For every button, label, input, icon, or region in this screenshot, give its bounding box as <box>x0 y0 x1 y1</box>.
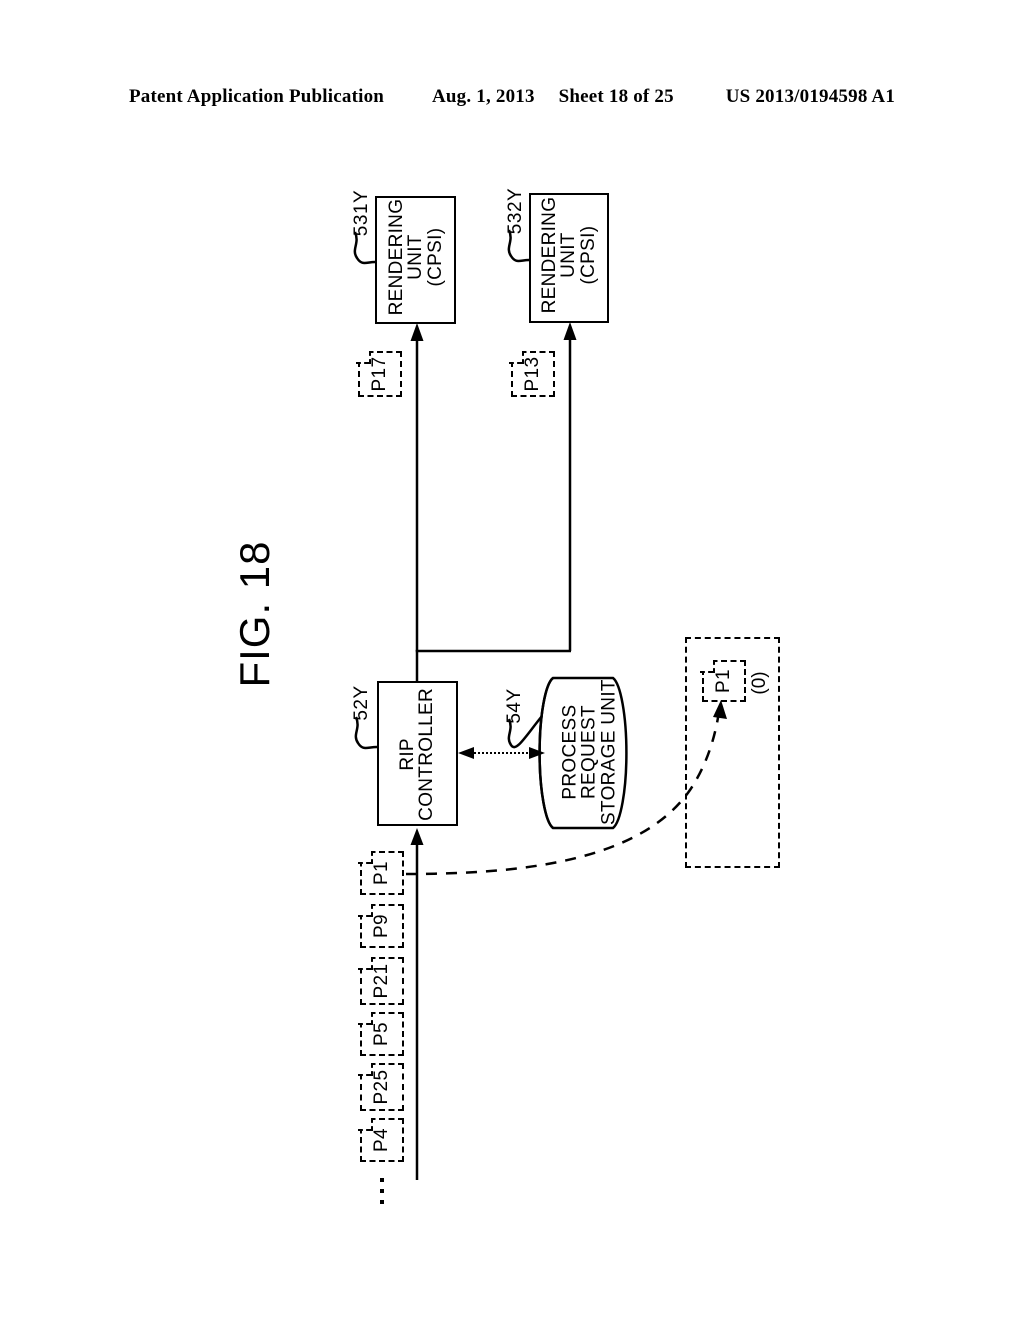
rendering-unit-2-line3: (CPSI) <box>577 225 599 285</box>
job-p17-label: P17 <box>369 356 390 392</box>
stored-job-p1-label: P1 <box>713 668 734 694</box>
storage-unit-label: PROCESS REQUEST STORAGE UNIT <box>559 675 620 830</box>
rip-controller-label: RIP CONTROLLER <box>397 682 438 827</box>
controller-storage-link <box>458 747 545 759</box>
job-p17-icon: P17 <box>355 351 402 397</box>
reference-numeral-52y: 52Y <box>351 685 372 721</box>
queue-continuation-ellipsis <box>380 1178 384 1204</box>
queue-item-2-icon: P21 <box>357 957 404 1005</box>
publication-date: Aug. 1, 2013 <box>431 86 535 107</box>
job-p13-label: P13 <box>522 356 543 392</box>
queue-item-5-label: P4 <box>371 1127 392 1153</box>
sheet-number: Sheet 18 of 25 <box>558 86 674 107</box>
queue-item-1-label: P9 <box>371 913 392 939</box>
storage-unit-line2: REQUEST <box>578 705 600 800</box>
storage-unit-line1: PROCESS <box>559 704 581 800</box>
rip-controller-line2: CONTROLLER <box>416 687 438 821</box>
reference-numeral-54y: 54Y <box>504 688 525 724</box>
input-feed-line <box>410 828 424 1180</box>
queue-item-1-icon: P9 <box>357 904 404 948</box>
patent-number: US 2013/0194598 A1 <box>725 86 896 107</box>
stored-job-p1-icon: P1 <box>699 660 746 702</box>
queue-item-2-label: P21 <box>371 963 392 999</box>
queue-item-5-icon: P4 <box>357 1118 404 1162</box>
rendering-unit-2-label: RENDERING UNIT (CPSI) <box>538 175 599 335</box>
queue-item-4-icon: P25 <box>357 1063 404 1111</box>
rendering-unit-2-line2: UNIT <box>558 232 580 278</box>
job-p13-icon: P13 <box>508 351 555 397</box>
storage-unit-line3: STORAGE UNIT <box>598 679 620 825</box>
publication-title: Patent Application Publication <box>128 86 385 107</box>
rendering-unit-2-line1: RENDERING <box>538 196 560 314</box>
queue-item-3-icon: P5 <box>357 1012 404 1056</box>
figure-label: FIG. 18 <box>231 540 278 688</box>
rendering-unit-1-line3: (CPSI) <box>424 227 446 287</box>
rendering-unit-1-label: RENDERING UNIT (CPSI) <box>385 176 446 338</box>
queue-item-4-label: P25 <box>371 1069 392 1105</box>
stored-job-count: (0) <box>749 671 770 695</box>
patent-header: Patent Application Publication Aug. 1, 2… <box>0 86 1024 108</box>
rendering-unit-1-line2: UNIT <box>405 234 427 280</box>
reference-numeral-532y: 532Y <box>505 187 526 235</box>
queue-item-0-label: P1 <box>371 860 392 886</box>
queue-item-0-icon: P1 <box>357 851 404 895</box>
rip-controller-line1: RIP <box>397 738 419 771</box>
reference-numeral-531y: 531Y <box>351 189 372 237</box>
rendering-unit-1-line1: RENDERING <box>385 198 407 316</box>
queue-item-3-label: P5 <box>371 1021 392 1047</box>
